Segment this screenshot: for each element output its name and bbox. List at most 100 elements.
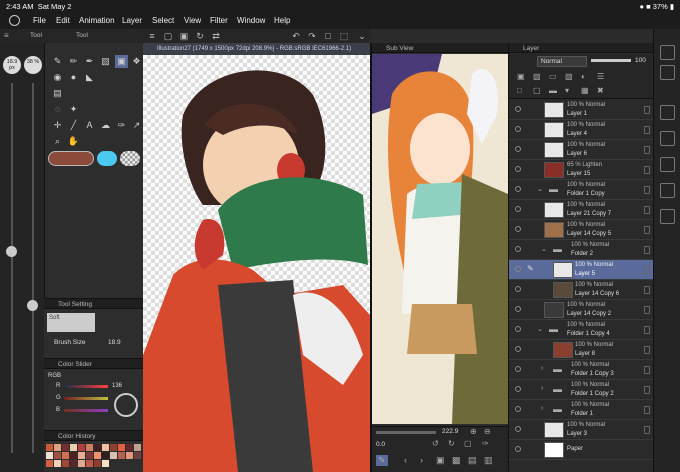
redo-icon[interactable]: ↷ [307,31,317,41]
layer-row[interactable]: 65 % Lighten Layer 15 [509,160,654,180]
r-slider[interactable] [64,385,108,388]
move-tool-icon[interactable]: ✛ [51,119,64,132]
history-swatch[interactable] [86,452,93,459]
visibility-eye-icon[interactable] [515,226,521,232]
chevron-right-icon[interactable]: › [541,405,543,412]
paper-layer-row[interactable]: Paper [509,440,654,460]
opacity-value[interactable]: 100 [635,57,646,64]
layer-row[interactable]: 100 % Normal Layer 8 [509,340,654,360]
history-swatch[interactable] [118,452,125,459]
history-swatch[interactable] [54,460,61,467]
history-swatch[interactable] [62,452,69,459]
lock-icon[interactable] [644,326,650,334]
history-icon[interactable] [660,209,675,224]
material-icon[interactable] [660,65,675,80]
g-slider[interactable] [64,397,108,400]
lock-icon[interactable] [644,246,650,254]
import-icon[interactable]: ▣ [436,455,445,466]
prev-image-icon[interactable]: ‹ [404,455,407,465]
gradient-tool-icon[interactable]: ▤ [51,87,64,100]
history-swatch[interactable] [86,460,93,467]
menu-file[interactable]: File [33,16,46,25]
chevron-down-icon[interactable]: ⌄ [537,185,543,193]
clip-icon[interactable]: ▣ [517,72,525,81]
eraser-tool-icon[interactable]: ▧ [99,55,112,68]
lock-icon[interactable] [644,126,650,134]
history-swatch[interactable] [78,452,85,459]
layer-row[interactable]: 100 % Normal Layer 6 [509,140,654,160]
eyedropper-icon[interactable]: ✑ [482,439,489,448]
chevron-right-icon[interactable]: › [541,365,543,372]
fit-view-icon[interactable]: ▢ [464,439,472,448]
folder-row[interactable]: › ▬ 100 % Normal Folder 1 [509,400,654,420]
layer-row-selected[interactable]: ✎ 100 % Normal Layer 5 [509,260,654,280]
rotate-value[interactable]: 0.0 [376,441,385,448]
lock-icon[interactable] [644,286,650,294]
new-raster-layer-icon[interactable]: □ [517,86,522,95]
b-slider[interactable] [64,409,108,412]
history-swatch[interactable] [126,452,133,459]
lock-icon[interactable] [644,186,650,194]
lock-alpha-icon[interactable]: ▧ [565,72,573,81]
history-swatch[interactable] [78,444,85,451]
new-folder-icon[interactable]: ▬ [549,86,557,95]
menu-edit[interactable]: Edit [56,16,70,25]
mask-icon[interactable]: ◐ [581,72,586,81]
visibility-eye-icon[interactable] [515,326,521,332]
chevron-right-icon[interactable]: › [541,385,543,392]
sub-view-zoom-slider[interactable] [376,431,436,434]
lock-icon[interactable] [644,386,650,394]
undo-icon[interactable]: ↶ [291,31,301,41]
history-swatch[interactable] [54,444,61,451]
history-swatch[interactable] [102,460,109,467]
lock-icon[interactable] [644,106,650,114]
flip-icon[interactable]: ⇄ [211,31,221,41]
lock-icon[interactable] [644,406,650,414]
delete-icon[interactable]: ▤ [468,455,477,466]
history-swatch[interactable] [54,452,61,459]
menu-view[interactable]: View [184,16,201,25]
history-swatch[interactable] [102,444,109,451]
layer-row[interactable]: 100 % Normal Layer 4 [509,120,654,140]
menu-select[interactable]: Select [152,16,174,25]
menu-icon[interactable]: ≡ [147,31,157,41]
layer-row[interactable]: 100 % Normal Layer 14 Copy 2 [509,300,654,320]
layer-row[interactable]: 100 % Normal Layer 1 [509,100,654,120]
trash-icon[interactable]: ✖ [597,86,604,95]
drawing-canvas[interactable] [143,55,370,472]
reference-icon[interactable]: ▨ [533,72,541,81]
layer-row[interactable]: 100 % Normal Layer 14 Copy 6 [509,280,654,300]
balloon-tool-icon[interactable]: ☁ [99,119,112,132]
history-swatch[interactable] [110,452,117,459]
lock-icon[interactable] [644,366,650,374]
app-logo-icon[interactable] [9,15,20,26]
menu-filter[interactable]: Filter [210,16,228,25]
visibility-eye-icon[interactable] [515,346,521,352]
visibility-eye-icon[interactable] [515,106,521,112]
history-swatch[interactable] [62,460,69,467]
visibility-eye-icon[interactable] [515,246,521,252]
line-tool-icon[interactable]: ╱ [67,119,80,132]
new-vector-layer-icon[interactable]: ▢ [533,86,541,95]
layer-row[interactable]: 100 % Normal Layer 21 Copy 7 [509,200,654,220]
visibility-eye-icon[interactable] [515,426,521,432]
fill-tool-icon[interactable]: ◉ [51,71,64,84]
opacity-slider-handle[interactable] [27,300,38,311]
lock-icon[interactable] [644,226,650,234]
folder-row[interactable]: ⌄ ▬ 100 % Normal Folder 1 Copy [509,180,654,200]
merge-down-icon[interactable]: ▾ [565,86,569,95]
visibility-eye-icon[interactable] [515,146,521,152]
menu-animation[interactable]: Animation [79,16,115,25]
lock-icon[interactable] [644,166,650,174]
sub-view-zoom-value[interactable]: 222.9 [442,428,458,435]
ruler-icon[interactable]: ☰ [597,72,604,81]
subview-icon[interactable] [660,157,675,172]
sub-color-swatch[interactable] [97,151,117,166]
visibility-eye-icon[interactable] [515,406,521,412]
visibility-eye-icon[interactable] [515,386,521,392]
zoom-out-icon[interactable]: ⊖ [484,427,491,436]
r-value[interactable]: 136 [112,383,122,389]
lock-icon[interactable]: ▭ [549,72,557,81]
folder-row[interactable]: ⌄ ▬ 100 % Normal Folder 1 Copy 4 [509,320,654,340]
rotate-icon[interactable]: ↻ [195,31,205,41]
